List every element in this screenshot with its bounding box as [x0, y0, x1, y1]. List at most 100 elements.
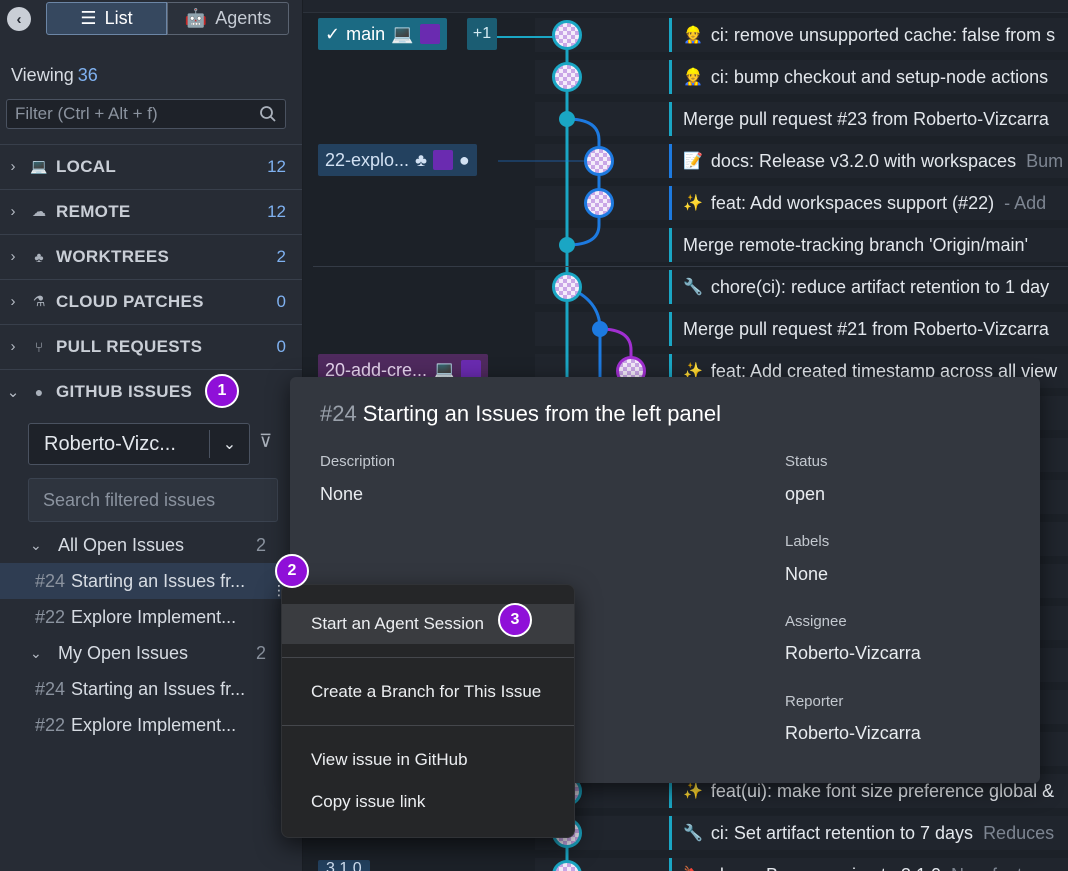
issue-search-input[interactable]: Search filtered issues	[28, 478, 278, 522]
tag-label[interactable]: 3.1.0	[318, 860, 370, 871]
robot-icon: 🤖	[184, 8, 208, 28]
list-item[interactable]: #24 Starting an Issues fr...	[0, 563, 302, 599]
table-row[interactable]: 🔧 chore(ci): reduce artifact retention to…	[303, 266, 1068, 308]
repo-select-value: Roberto-Vizc...	[44, 432, 176, 455]
commit-message: 📝 docs: Release v3.2.0 with workspaces Bum	[669, 144, 1068, 178]
view-agents-label: Agents	[215, 8, 272, 28]
viewing-label: Viewing	[11, 65, 74, 85]
worktree-icon: ♣	[415, 149, 427, 170]
section-count: 0	[276, 336, 286, 356]
reporter-value: Roberto-Vizcarra	[785, 723, 921, 743]
table-row[interactable]: Merge pull request #21 from Roberto-Vizc…	[303, 308, 1068, 350]
table-row[interactable]: Merge remote-tracking branch 'Origin/mai…	[303, 224, 1068, 266]
flask-icon: ⚗	[32, 293, 46, 309]
more-branches-badge[interactable]: +1	[467, 18, 497, 50]
description-label: Description	[320, 453, 396, 470]
copy-issue-link-menu-item[interactable]: Copy issue link	[282, 782, 574, 822]
step-badge-1: 1	[205, 374, 239, 408]
table-row[interactable]: Merge pull request #23 from Roberto-Vizc…	[303, 98, 1068, 140]
filter-add-icon[interactable]: ⊽	[259, 431, 272, 452]
merge-commit-node[interactable]	[559, 111, 575, 127]
branch-name: main	[346, 23, 386, 44]
commit-message: Merge pull request #21 from Roberto-Vizc…	[669, 312, 1068, 346]
avatar	[432, 150, 453, 170]
chevron-down-icon: ⌄	[30, 644, 42, 661]
create-branch-menu-item[interactable]: Create a Branch for This Issue	[282, 672, 574, 712]
branch-label-22[interactable]: 22-explo... ♣ ●	[318, 144, 477, 176]
status-label: Status	[785, 453, 828, 470]
list-item[interactable]: #22 Explore Implement...	[0, 707, 302, 743]
step-badge-3: 3	[498, 603, 532, 637]
commit-summary: ci: Set artifact retention to 7 days	[710, 822, 974, 843]
chevron-down-icon: ⌄	[222, 436, 237, 453]
view-in-github-menu-item[interactable]: View issue in GitHub	[282, 740, 574, 780]
tag-name: 3.1.0	[326, 860, 362, 871]
commit-summary: feat: Add workspaces support (#22)	[710, 192, 995, 213]
back-icon[interactable]: ‹	[7, 7, 31, 31]
graph-cell	[535, 228, 669, 262]
section-local[interactable]: › 💻 LOCAL 12	[0, 144, 302, 188]
left-panel: ‹ ☰ List 🤖 Agents Viewing 36 Filter (Ctrl…	[0, 0, 303, 871]
group-all-open-issues[interactable]: ⌄ All Open Issues 2	[0, 527, 302, 563]
section-pull-requests[interactable]: › ⑂ PULL REQUESTS 0	[0, 324, 302, 368]
issue-title: Explore Implement...	[71, 606, 237, 627]
viewing-summary: Viewing 36	[11, 65, 98, 86]
issue-number: #24	[320, 401, 357, 426]
section-remote[interactable]: › ☁ REMOTE 12	[0, 189, 302, 233]
commit-type-icon: 🔧	[683, 825, 703, 842]
commit-node[interactable]	[552, 272, 582, 302]
github-icon: ●	[458, 149, 470, 170]
merge-commit-node[interactable]	[559, 237, 575, 253]
commit-type-icon: 👷	[683, 69, 703, 86]
section-worktrees[interactable]: › ♣ WORKTREES 2	[0, 234, 302, 278]
commit-message: 🔧 ci: Set artifact retention to 7 days Red…	[669, 816, 1068, 850]
commit-summary: chore(ci): reduce artifact retention to …	[710, 276, 1050, 297]
section-cloud-patches[interactable]: › ⚗ CLOUD PATCHES 0	[0, 279, 302, 323]
chevron-right-icon: ›	[10, 203, 16, 220]
issue-number: #24	[35, 678, 66, 699]
commit-description: Reduces	[983, 822, 1055, 843]
list-item[interactable]: #24 Starting an Issues fr...	[0, 671, 302, 707]
section-count: 0	[276, 291, 286, 311]
group-my-open-issues[interactable]: ⌄ My Open Issues 2	[0, 635, 302, 671]
issue-title: Starting an Issues fr...	[71, 678, 246, 699]
branch-name: 22-explo...	[325, 149, 410, 170]
commit-summary: chore: Bump version to 3.1.0	[711, 865, 941, 871]
repo-select[interactable]: Roberto-Vizc... ⌄	[28, 423, 250, 465]
assignee-value: Roberto-Vizcarra	[785, 643, 921, 663]
table-row[interactable]: ✨ feat: Add workspaces support (#22) - Add	[303, 182, 1068, 224]
section-github-issues[interactable]: ⌄ ● GITHUB ISSUES	[0, 369, 302, 413]
commit-type-icon: ✨	[683, 783, 703, 800]
commit-node[interactable]	[552, 62, 582, 92]
section-label: PULL REQUESTS	[56, 336, 203, 356]
popover-title: #24 Starting an Issues from the left pane…	[320, 401, 721, 427]
commit-node[interactable]	[584, 188, 614, 218]
menu-divider	[282, 657, 574, 658]
commit-message: Merge pull request #23 from Roberto-Vizc…	[669, 102, 1068, 136]
chevron-right-icon: ›	[10, 338, 16, 355]
table-row[interactable]: 🔖 chore: Bump version to 3.1.0 New feat	[303, 854, 1068, 871]
merge-commit-node[interactable]	[592, 321, 608, 337]
table-row[interactable]: 👷 ci: bump checkout and setup-node action…	[303, 56, 1068, 98]
chevron-right-icon: ›	[10, 248, 16, 265]
issue-search-placeholder: Search filtered issues	[43, 489, 216, 510]
commit-summary: ci: remove unsupported cache: false from…	[710, 24, 1056, 45]
group-count: 2	[255, 534, 266, 555]
view-agents-button[interactable]: 🤖 Agents	[167, 2, 289, 35]
view-list-label: List	[104, 8, 133, 28]
labels-value: None	[785, 564, 829, 584]
commit-summary: docs: Release v3.2.0 with workspaces	[710, 150, 1017, 171]
section-label: WORKTREES	[56, 246, 170, 266]
commit-message: 👷 ci: bump checkout and setup-node action…	[669, 60, 1068, 94]
commit-type-icon: 🔧	[683, 279, 703, 296]
commit-node[interactable]	[584, 146, 614, 176]
group-count: 2	[255, 642, 266, 663]
list-item[interactable]: #22 Explore Implement...	[0, 599, 302, 635]
view-list-button[interactable]: ☰ List	[46, 2, 167, 35]
issue-number: #22	[35, 714, 66, 735]
commit-node[interactable]	[552, 20, 582, 50]
commit-message: 👷 ci: remove unsupported cache: false fro…	[669, 18, 1068, 52]
filter-input[interactable]: Filter (Ctrl + Alt + f)	[6, 99, 286, 129]
commit-message: 🔧 chore(ci): reduce artifact retention to…	[669, 270, 1068, 304]
branch-label-main[interactable]: ✓ main 💻	[318, 18, 447, 50]
